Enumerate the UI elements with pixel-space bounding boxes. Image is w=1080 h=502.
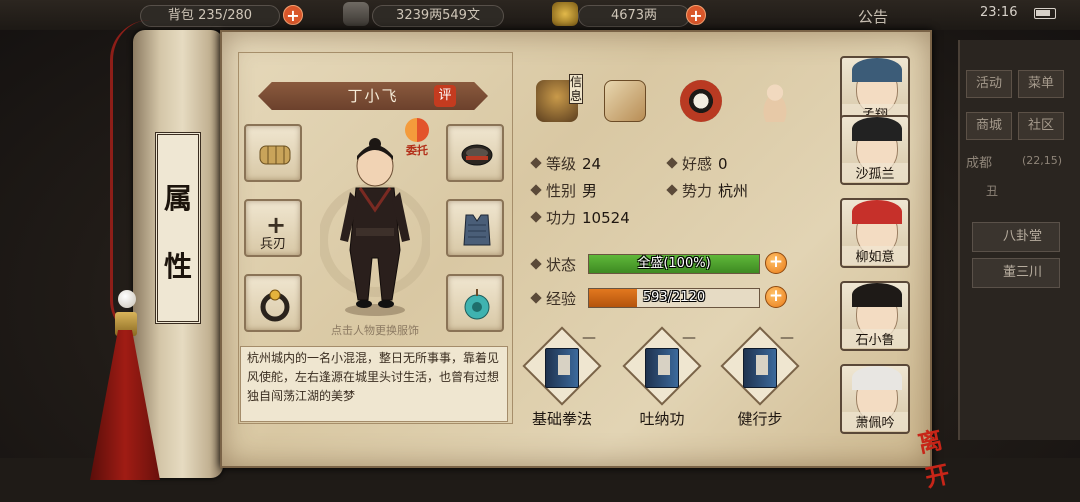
body-meridian-icon	[754, 80, 796, 122]
portrait-hair	[852, 200, 902, 224]
exp-bar-text: 593/2120	[642, 290, 706, 305]
add-bag-button[interactable]: +	[283, 5, 303, 25]
diamond-bullet-icon	[666, 157, 678, 169]
gold-ingot-icon	[552, 2, 578, 26]
add-exp-button[interactable]: +	[765, 286, 787, 308]
add-gold-button[interactable]: +	[686, 5, 706, 25]
shop-button[interactable]: 商城	[966, 112, 1012, 140]
faction-value: 杭州	[718, 182, 749, 200]
activity-button[interactable]: 活动	[966, 70, 1012, 98]
diamond-bullet-icon	[530, 157, 542, 169]
slot-armor[interactable]	[446, 199, 504, 257]
jade-amulet-icon	[464, 289, 490, 320]
menu-button[interactable]: 菜单	[1018, 70, 1064, 98]
gender-value: 男	[582, 182, 598, 200]
gold-display: 4673两	[578, 5, 690, 27]
power-value: 10524	[582, 209, 630, 227]
location-name: 成都	[966, 156, 993, 171]
slot-amulet[interactable]	[446, 274, 504, 332]
slot-accessory[interactable]	[244, 124, 302, 182]
character-figure[interactable]	[320, 130, 430, 320]
tassel-bead	[118, 290, 136, 308]
tab-body[interactable]	[748, 74, 802, 128]
companion-portrait-3[interactable]: 柳如意	[840, 198, 910, 268]
scroll-char-2: 性	[163, 250, 192, 283]
status-bar-text: 全盛(100%)	[637, 256, 711, 271]
exp-bar: 593/2120	[588, 288, 760, 308]
companion-portrait-2[interactable]: 沙孤兰	[840, 115, 910, 185]
diamond-bullet-icon	[530, 292, 542, 304]
notice-button[interactable]: 公告	[858, 6, 888, 27]
companion-name: 沙孤兰	[842, 163, 908, 182]
character-bio: 杭州城内的一名小混混，整日无所事事，靠着见风使舵，左右逢源在城里头讨生活，也曾有…	[240, 346, 508, 422]
change-outfit-hint: 点击人物更换服饰	[331, 324, 419, 337]
attribute-scroll-label: 属 性	[155, 132, 201, 324]
skill-name-3: 健行步	[737, 410, 783, 428]
map-scroll-icon	[604, 80, 646, 122]
diamond-bullet-icon	[666, 184, 678, 196]
skill-book-icon	[545, 348, 579, 388]
rate-button[interactable]: 评	[434, 85, 456, 107]
companion-name: 柳如意	[842, 246, 908, 265]
stat-level: 等级 24	[530, 153, 602, 174]
map-tag-dong-sanchuan[interactable]: 董三川	[972, 258, 1060, 288]
diamond-bullet-icon	[530, 258, 542, 270]
tab-map[interactable]	[598, 74, 652, 128]
slot-ring[interactable]	[244, 274, 302, 332]
skill-book-icon	[743, 348, 777, 388]
portrait-hair	[852, 283, 902, 307]
clock: 23:16	[980, 5, 1018, 20]
portrait-hair	[852, 58, 902, 82]
armor-vest-icon	[463, 214, 491, 246]
ring-icon	[260, 289, 290, 322]
stat-gender: 性别男	[530, 180, 598, 201]
level-value: 24	[582, 155, 602, 173]
time-of-day: 丑	[986, 184, 999, 198]
stat-status-label: 状态	[530, 254, 576, 275]
tab-info-label: 信息	[569, 74, 583, 104]
top-resource-bar: 背包 235/280 + 3239两549文 4673两 + 公告 23:16	[0, 0, 1080, 30]
companion-name: 萧佩吟	[842, 412, 908, 431]
slot-weapon[interactable]: + 兵刃	[244, 199, 302, 257]
skill-name-2: 吐纳功	[639, 410, 685, 428]
headband-icon	[461, 144, 493, 166]
diamond-bullet-icon	[530, 184, 542, 196]
skill-book-icon	[645, 348, 679, 388]
bag-label: 背包	[167, 8, 194, 23]
status-bar: 全盛(100%)	[588, 254, 760, 274]
stat-faction: 势力 杭州	[666, 180, 749, 201]
companion-name: 石小鲁	[842, 329, 908, 348]
battery-icon	[1034, 8, 1056, 19]
bagua-icon	[680, 80, 722, 122]
stat-power: 功力 10524	[530, 207, 630, 228]
community-button[interactable]: 社区	[1018, 112, 1064, 140]
slot-headwear[interactable]	[446, 124, 504, 182]
location-coords: (22,15)	[1022, 154, 1063, 167]
portrait-hair	[852, 117, 902, 141]
favor-value: 0	[718, 155, 728, 173]
bag-capacity: 背包 235/280	[140, 5, 280, 27]
skill-name-1: 基础拳法	[531, 410, 592, 428]
diamond-bullet-icon	[530, 211, 542, 223]
map-tag-bagua-hall[interactable]: 八卦堂	[972, 222, 1060, 252]
stat-favor: 好感 0	[666, 153, 728, 174]
tab-bagua[interactable]	[674, 74, 728, 128]
coin-roll-icon	[259, 145, 291, 165]
bag-value: 235/280	[198, 8, 253, 23]
companion-portrait-4[interactable]: 石小鲁	[840, 281, 910, 351]
money-display: 3239两549文	[372, 5, 504, 27]
weapon-slot-label: 兵刃	[259, 237, 286, 252]
companion-portrait-5[interactable]: 萧佩吟	[840, 364, 910, 434]
scroll-char-1: 属	[163, 182, 192, 215]
restore-status-button[interactable]: +	[765, 252, 787, 274]
stat-exp-label: 经验	[530, 288, 576, 309]
coin-string-icon	[343, 2, 369, 26]
portrait-hair	[852, 366, 902, 390]
